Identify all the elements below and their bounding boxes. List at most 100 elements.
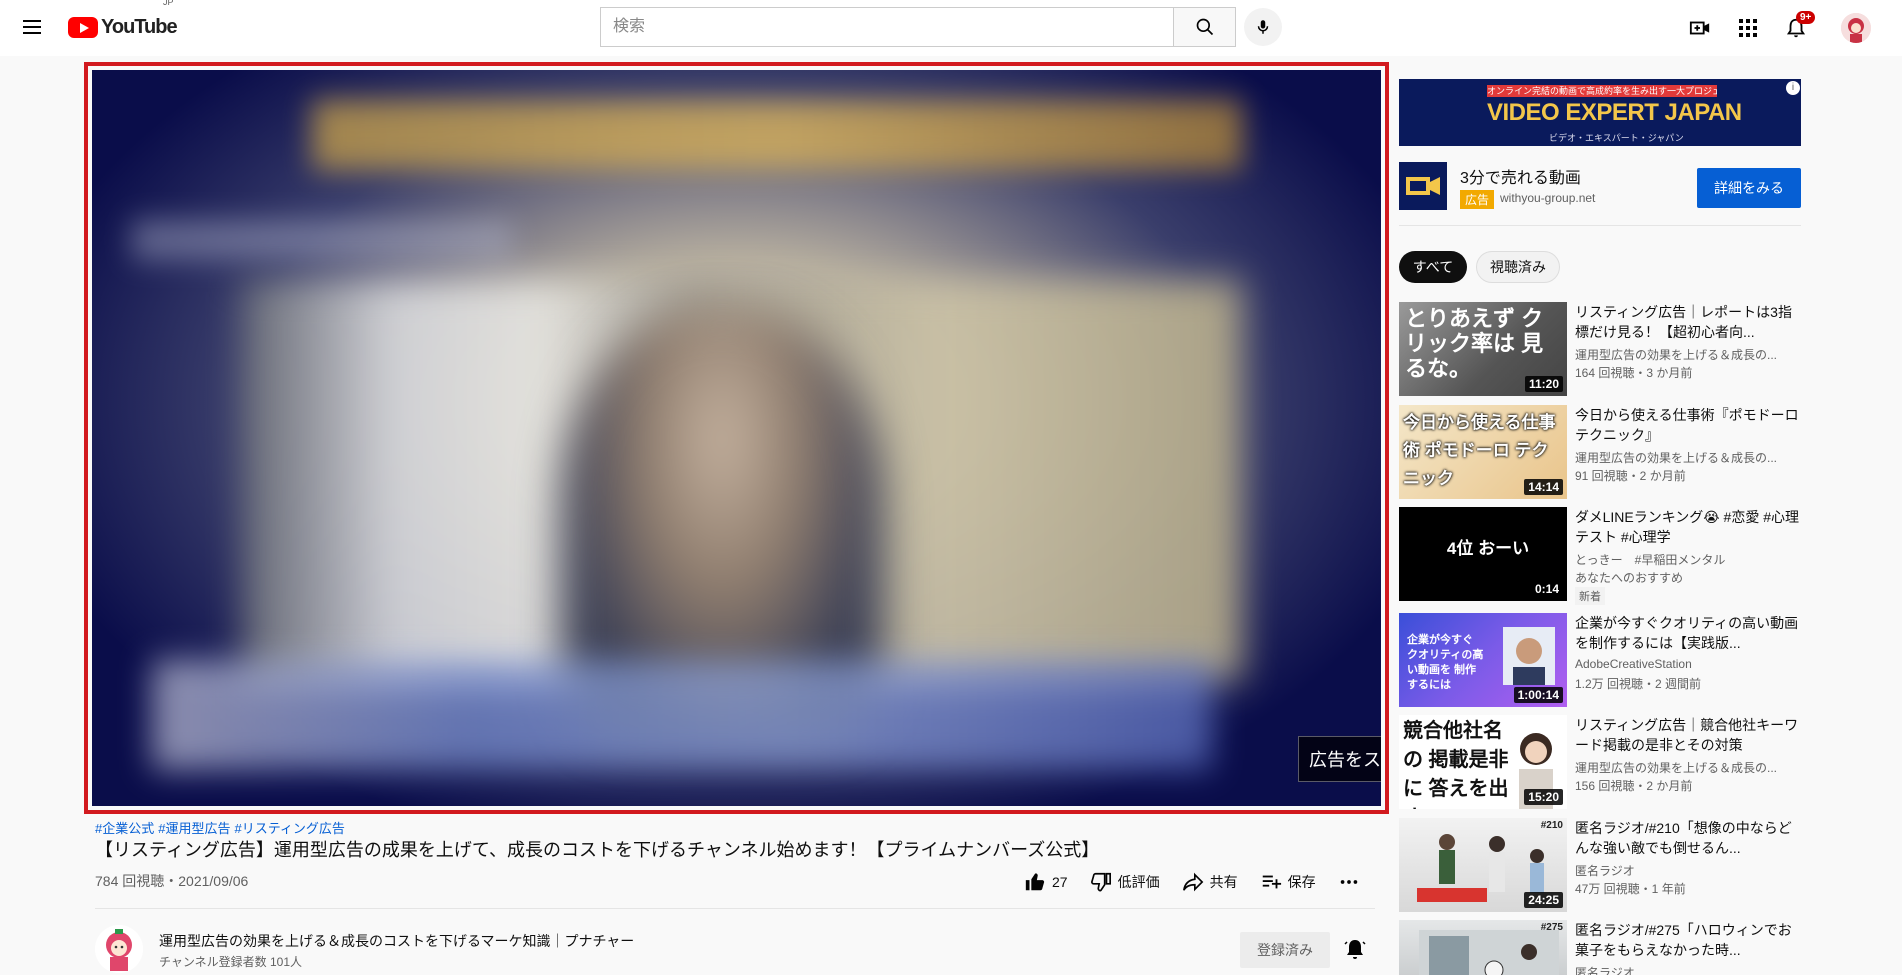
video-thumbnail[interactable]: とりあえず クリック率は 見るな。 11:20 bbox=[1399, 302, 1567, 396]
video-duration: 1:00:14 bbox=[1513, 687, 1563, 703]
thumbnail-text: とりあえず クリック率は 見るな。 bbox=[1405, 306, 1544, 381]
search-button[interactable] bbox=[1173, 7, 1236, 47]
divider bbox=[95, 908, 1375, 909]
video-blurred-subtitle bbox=[132, 220, 512, 260]
recommendation-item[interactable]: 企業が今すぐ クオリティの高い動画を 制作するには 1:00:14 企業が今すぐ… bbox=[1399, 613, 1801, 707]
menu-icon[interactable] bbox=[20, 16, 44, 40]
presenter-face-icon bbox=[1503, 627, 1555, 685]
search-input[interactable] bbox=[601, 8, 1174, 46]
ad-title[interactable]: 3分で売れる動画 bbox=[1460, 164, 1581, 188]
channel-notification-button[interactable] bbox=[1343, 937, 1367, 961]
playlist-add-icon bbox=[1262, 875, 1281, 889]
subscribe-button[interactable]: 登録済み bbox=[1240, 932, 1330, 968]
thumbs-up-icon bbox=[1025, 873, 1045, 891]
video-hashtags: #企業公式 #運用型広告 #リスティング広告 bbox=[95, 818, 349, 837]
thumbnail-text: #275 bbox=[1540, 922, 1563, 933]
channel-name[interactable]: 運用型広告の効果を上げる＆成長の... bbox=[1575, 759, 1801, 776]
video-meta: 156 回視聴・2 か月前 bbox=[1575, 779, 1693, 793]
new-badge: 新着 bbox=[1575, 587, 1605, 605]
video-player[interactable]: 広告をスキップ bbox=[92, 70, 1381, 806]
channel-avatar-icon bbox=[95, 925, 143, 973]
chip-all[interactable]: すべて bbox=[1399, 251, 1467, 283]
recommendation-item[interactable]: #275 匿名ラジオ/#275「ハロウィンでお菓子をもらえなかった時... 匿名… bbox=[1399, 920, 1801, 975]
video-meta: 1.2万 回視聴・2 週間前 bbox=[1575, 677, 1702, 691]
save-label: 保存 bbox=[1287, 874, 1316, 890]
video-meta: 47万 回視聴・1 年前 bbox=[1575, 882, 1686, 896]
thumbnail-text: #210 bbox=[1540, 820, 1563, 831]
youtube-play-icon bbox=[68, 16, 98, 38]
ad-banner-main-text: VIDEO EXPERT JAPAN bbox=[1487, 99, 1742, 126]
channel-name[interactable]: AdobeCreativeStation bbox=[1575, 657, 1801, 671]
video-title[interactable]: リスティング広告｜競合他社キーワード掲載の是非とその対策 bbox=[1575, 715, 1801, 755]
search-box[interactable] bbox=[600, 7, 1175, 47]
video-title[interactable]: 今日から使える仕事術『ポモドーロテクニック』 bbox=[1575, 405, 1801, 445]
video-thumbnail[interactable]: 企業が今すぐ クオリティの高い動画を 制作するには 1:00:14 bbox=[1399, 613, 1567, 707]
channel-name[interactable]: 運用型広告の効果を上げる＆成長の... bbox=[1575, 449, 1801, 466]
recommendation-item[interactable]: #210 24:25 匿名ラジオ/#210「想像の中ならどんな強い敵でも倒せるん… bbox=[1399, 818, 1801, 912]
video-duration: 11:20 bbox=[1524, 376, 1563, 392]
channel-name[interactable]: 運用型広告の効果を上げる＆成長の... bbox=[1575, 346, 1801, 363]
more-actions-button[interactable] bbox=[1338, 871, 1366, 893]
save-button[interactable]: 保存 bbox=[1260, 871, 1316, 893]
video-title[interactable]: 匿名ラジオ/#210「想像の中ならどんな強い敵でも倒せるん... bbox=[1575, 818, 1801, 858]
share-icon bbox=[1182, 872, 1203, 892]
ad-info-icon[interactable]: i bbox=[1786, 81, 1800, 95]
dislike-button[interactable]: 低評価 bbox=[1090, 871, 1160, 893]
skip-ad-button[interactable]: 広告をスキップ bbox=[1298, 736, 1381, 782]
like-button[interactable]: 27 bbox=[1024, 871, 1068, 893]
video-blurred-caption bbox=[152, 660, 1212, 770]
ad-banner[interactable]: オンライン完結の動画で高成約率を生み出す一大プロジェクト! VIDEO EXPE… bbox=[1399, 79, 1801, 146]
video-thumbnail[interactable]: 競合他社名の 掲載是非に 答えを出す。 15:20 bbox=[1399, 715, 1567, 809]
recommendation-item[interactable]: 競合他社名の 掲載是非に 答えを出す。 15:20 リスティング広告｜競合他社キ… bbox=[1399, 715, 1801, 809]
notification-badge: 9+ bbox=[1796, 11, 1816, 24]
video-title[interactable]: リスティング広告｜レポートは3指標だけ見る！【超初心者向... bbox=[1575, 302, 1801, 342]
channel-name[interactable]: とっきー #早稲田メンタル bbox=[1575, 551, 1801, 568]
video-duration: 0:14 bbox=[1530, 581, 1563, 597]
channel-name[interactable]: 匿名ラジオ bbox=[1575, 964, 1801, 975]
recommendation-item[interactable]: 今日から使える仕事術 ポモドーロ テクニック 14:14 今日から使える仕事術『… bbox=[1399, 405, 1801, 499]
ad-logo-icon bbox=[1406, 177, 1440, 195]
chip-watched[interactable]: 視聴済み bbox=[1476, 251, 1560, 283]
logo-region: JP bbox=[163, 0, 174, 7]
channel-avatar[interactable] bbox=[95, 925, 143, 973]
hashtag-link[interactable]: #運用型広告 bbox=[158, 821, 230, 836]
hashtag-link[interactable]: #リスティング広告 bbox=[234, 821, 344, 836]
thumbnail-text: 4位 おーい bbox=[1446, 539, 1530, 558]
recommendation-item[interactable]: 4位 おーい 0:14 ダメLINEランキング😭 #恋愛 #心理テスト #心理学… bbox=[1399, 507, 1801, 605]
channel-name[interactable]: 匿名ラジオ bbox=[1575, 862, 1801, 879]
video-thumbnail[interactable]: #210 24:25 bbox=[1399, 818, 1567, 912]
recommendation-item[interactable]: とりあえず クリック率は 見るな。 11:20 リスティング広告｜レポートは3指… bbox=[1399, 302, 1801, 396]
video-meta: あなたへのおすすめ bbox=[1575, 571, 1684, 585]
video-thumbnail[interactable]: 4位 おーい 0:14 bbox=[1399, 507, 1567, 601]
video-title[interactable]: 匿名ラジオ/#275「ハロウィンでお菓子をもらえなかった時... bbox=[1575, 920, 1801, 960]
voice-search-button[interactable] bbox=[1244, 8, 1282, 46]
like-count: 27 bbox=[1052, 874, 1068, 890]
microphone-icon bbox=[1257, 20, 1269, 34]
video-title: 【リスティング広告】運用型広告の成果を上げて、成長のコストを下げるチャンネル始め… bbox=[95, 840, 1100, 860]
video-title[interactable]: 企業が今すぐクオリティの高い動画を制作するには【実践版... bbox=[1575, 613, 1801, 653]
thumbs-down-icon bbox=[1090, 872, 1111, 892]
logo-text: YouTube bbox=[101, 15, 178, 38]
notifications-button[interactable]: 9+ bbox=[1782, 11, 1816, 42]
video-player-frame: 広告をスキップ bbox=[84, 62, 1389, 814]
video-actions: 27 低評価 共有 保存 bbox=[1024, 868, 1388, 896]
video-title[interactable]: ダメLINEランキング😭 #恋愛 #心理テスト #心理学 bbox=[1575, 507, 1801, 547]
video-thumbnail[interactable]: 今日から使える仕事術 ポモドーロ テクニック 14:14 bbox=[1399, 405, 1567, 499]
ad-badge: 広告 bbox=[1460, 190, 1495, 209]
channel-name[interactable]: 運用型広告の効果を上げる＆成長のコストを下げるマーケ知識｜プナチャー bbox=[159, 931, 634, 951]
hashtag-link[interactable]: #企業公式 bbox=[95, 821, 154, 836]
create-video-button[interactable] bbox=[1686, 14, 1714, 42]
masthead: YouTube JP 9+ bbox=[0, 0, 1902, 56]
ad-cta-button[interactable]: 詳細をみる bbox=[1697, 168, 1801, 208]
ad-logo[interactable] bbox=[1399, 162, 1447, 210]
video-thumbnail[interactable]: #275 bbox=[1399, 920, 1567, 975]
people-scene-icon bbox=[1419, 930, 1559, 975]
apps-button[interactable] bbox=[1734, 14, 1762, 42]
more-horizontal-icon bbox=[1340, 880, 1357, 884]
youtube-logo[interactable]: YouTube bbox=[68, 15, 178, 38]
video-blurred-title bbox=[312, 100, 1242, 170]
account-avatar[interactable] bbox=[1841, 13, 1871, 43]
share-button[interactable]: 共有 bbox=[1182, 871, 1238, 893]
channel-subscriber-count: チャンネル登録者数 101人 bbox=[159, 955, 302, 969]
bell-icon bbox=[1344, 940, 1366, 959]
